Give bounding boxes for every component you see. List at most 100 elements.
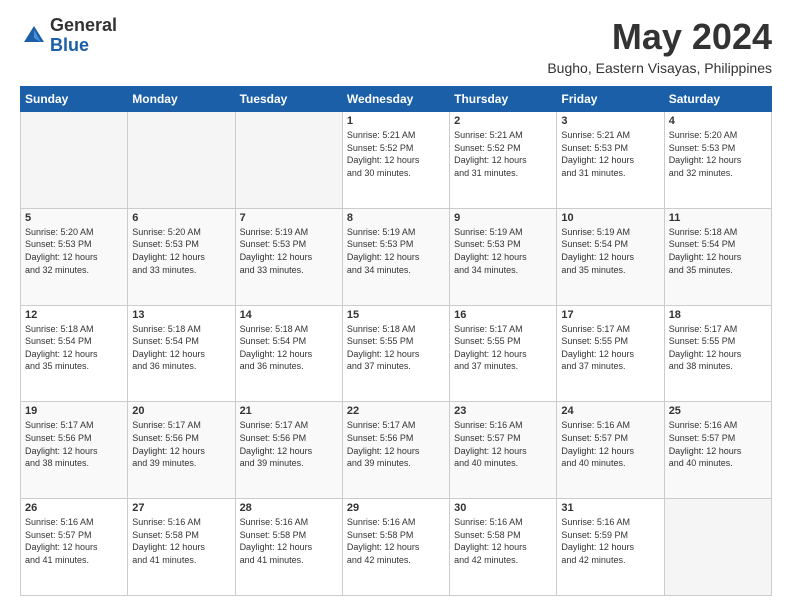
day-info: Sunrise: 5:18 AM Sunset: 5:54 PM Dayligh… xyxy=(132,323,230,373)
day-number: 3 xyxy=(561,115,659,127)
header-cell-sunday: Sunday xyxy=(21,87,128,112)
day-number: 15 xyxy=(347,309,445,321)
header-cell-monday: Monday xyxy=(128,87,235,112)
day-number: 7 xyxy=(240,212,338,224)
day-cell: 31 Sunrise: 5:16 AM Sunset: 5:59 PM Dayli… xyxy=(557,499,664,596)
day-info: Sunrise: 5:19 AM Sunset: 5:53 PM Dayligh… xyxy=(240,226,338,276)
day-info: Sunrise: 5:16 AM Sunset: 5:57 PM Dayligh… xyxy=(25,516,123,566)
day-cell xyxy=(235,112,342,209)
calendar-title: May 2024 xyxy=(547,16,772,58)
day-info: Sunrise: 5:17 AM Sunset: 5:56 PM Dayligh… xyxy=(240,419,338,469)
day-info: Sunrise: 5:18 AM Sunset: 5:54 PM Dayligh… xyxy=(240,323,338,373)
day-cell: 11 Sunrise: 5:18 AM Sunset: 5:54 PM Dayli… xyxy=(664,208,771,305)
day-cell: 16Sunrise: 5:17 AM Sunset: 5:55 PM Dayli… xyxy=(450,305,557,402)
logo-general: General xyxy=(50,16,117,36)
day-cell: 15 Sunrise: 5:18 AM Sunset: 5:55 PM Dayli… xyxy=(342,305,449,402)
day-cell: 17 Sunrise: 5:17 AM Sunset: 5:55 PM Dayli… xyxy=(557,305,664,402)
calendar-subtitle: Bugho, Eastern Visayas, Philippines xyxy=(547,60,772,76)
day-number: 26 xyxy=(25,502,123,514)
day-info: Sunrise: 5:19 AM Sunset: 5:54 PM Dayligh… xyxy=(561,226,659,276)
day-info: Sunrise: 5:21 AM Sunset: 5:52 PM Dayligh… xyxy=(347,129,445,179)
day-number: 12 xyxy=(25,309,123,321)
day-info: Sunrise: 5:17 AM Sunset: 5:56 PM Dayligh… xyxy=(347,419,445,469)
day-cell: 1 Sunrise: 5:21 AM Sunset: 5:52 PM Daylig… xyxy=(342,112,449,209)
day-info: Sunrise: 5:18 AM Sunset: 5:55 PM Dayligh… xyxy=(347,323,445,373)
page: General Blue May 2024 Bugho, Eastern Vis… xyxy=(0,0,792,612)
day-cell: 8Sunrise: 5:19 AM Sunset: 5:53 PM Daylig… xyxy=(342,208,449,305)
day-info: Sunrise: 5:16 AM Sunset: 5:57 PM Dayligh… xyxy=(669,419,767,469)
logo-blue: Blue xyxy=(50,36,117,56)
day-info: Sunrise: 5:17 AM Sunset: 5:55 PM Dayligh… xyxy=(669,323,767,373)
logo: General Blue xyxy=(20,16,117,56)
day-cell: 30 Sunrise: 5:16 AM Sunset: 5:58 PM Dayli… xyxy=(450,499,557,596)
day-number: 19 xyxy=(25,405,123,417)
day-cell: 28 Sunrise: 5:16 AM Sunset: 5:58 PM Dayli… xyxy=(235,499,342,596)
day-cell: 7 Sunrise: 5:19 AM Sunset: 5:53 PM Daylig… xyxy=(235,208,342,305)
day-cell: 26 Sunrise: 5:16 AM Sunset: 5:57 PM Dayli… xyxy=(21,499,128,596)
day-number: 17 xyxy=(561,309,659,321)
day-number: 21 xyxy=(240,405,338,417)
day-cell: 21 Sunrise: 5:17 AM Sunset: 5:56 PM Dayli… xyxy=(235,402,342,499)
day-cell: 4Sunrise: 5:20 AM Sunset: 5:53 PM Daylig… xyxy=(664,112,771,209)
day-info: Sunrise: 5:20 AM Sunset: 5:53 PM Dayligh… xyxy=(132,226,230,276)
day-cell: 2 Sunrise: 5:21 AM Sunset: 5:52 PM Daylig… xyxy=(450,112,557,209)
day-number: 2 xyxy=(454,115,552,127)
day-info: Sunrise: 5:17 AM Sunset: 5:55 PM Dayligh… xyxy=(454,323,552,373)
week-row-5: 26 Sunrise: 5:16 AM Sunset: 5:57 PM Dayli… xyxy=(21,499,772,596)
day-number: 31 xyxy=(561,502,659,514)
day-cell: 25Sunrise: 5:16 AM Sunset: 5:57 PM Dayli… xyxy=(664,402,771,499)
day-info: Sunrise: 5:18 AM Sunset: 5:54 PM Dayligh… xyxy=(25,323,123,373)
day-info: Sunrise: 5:16 AM Sunset: 5:58 PM Dayligh… xyxy=(240,516,338,566)
day-info: Sunrise: 5:19 AM Sunset: 5:53 PM Dayligh… xyxy=(454,226,552,276)
day-info: Sunrise: 5:17 AM Sunset: 5:55 PM Dayligh… xyxy=(561,323,659,373)
week-row-2: 5Sunrise: 5:20 AM Sunset: 5:53 PM Daylig… xyxy=(21,208,772,305)
day-number: 27 xyxy=(132,502,230,514)
day-cell xyxy=(21,112,128,209)
week-row-1: 1 Sunrise: 5:21 AM Sunset: 5:52 PM Daylig… xyxy=(21,112,772,209)
day-cell xyxy=(128,112,235,209)
day-cell: 14Sunrise: 5:18 AM Sunset: 5:54 PM Dayli… xyxy=(235,305,342,402)
day-number: 28 xyxy=(240,502,338,514)
header-row: SundayMondayTuesdayWednesdayThursdayFrid… xyxy=(21,87,772,112)
day-cell: 5Sunrise: 5:20 AM Sunset: 5:53 PM Daylig… xyxy=(21,208,128,305)
day-info: Sunrise: 5:18 AM Sunset: 5:54 PM Dayligh… xyxy=(669,226,767,276)
header-cell-saturday: Saturday xyxy=(664,87,771,112)
header-cell-wednesday: Wednesday xyxy=(342,87,449,112)
day-number: 10 xyxy=(561,212,659,224)
day-info: Sunrise: 5:16 AM Sunset: 5:59 PM Dayligh… xyxy=(561,516,659,566)
day-info: Sunrise: 5:16 AM Sunset: 5:58 PM Dayligh… xyxy=(454,516,552,566)
day-cell: 9 Sunrise: 5:19 AM Sunset: 5:53 PM Daylig… xyxy=(450,208,557,305)
header-cell-tuesday: Tuesday xyxy=(235,87,342,112)
day-info: Sunrise: 5:17 AM Sunset: 5:56 PM Dayligh… xyxy=(25,419,123,469)
day-info: Sunrise: 5:16 AM Sunset: 5:58 PM Dayligh… xyxy=(347,516,445,566)
day-info: Sunrise: 5:17 AM Sunset: 5:56 PM Dayligh… xyxy=(132,419,230,469)
day-cell: 10 Sunrise: 5:19 AM Sunset: 5:54 PM Dayli… xyxy=(557,208,664,305)
week-row-3: 12 Sunrise: 5:18 AM Sunset: 5:54 PM Dayli… xyxy=(21,305,772,402)
day-number: 9 xyxy=(454,212,552,224)
day-number: 13 xyxy=(132,309,230,321)
day-number: 24 xyxy=(561,405,659,417)
day-number: 1 xyxy=(347,115,445,127)
header-cell-friday: Friday xyxy=(557,87,664,112)
day-info: Sunrise: 5:19 AM Sunset: 5:53 PM Dayligh… xyxy=(347,226,445,276)
calendar-table: SundayMondayTuesdayWednesdayThursdayFrid… xyxy=(20,86,772,596)
day-cell xyxy=(664,499,771,596)
day-cell: 27Sunrise: 5:16 AM Sunset: 5:58 PM Dayli… xyxy=(128,499,235,596)
day-number: 23 xyxy=(454,405,552,417)
week-row-4: 19 Sunrise: 5:17 AM Sunset: 5:56 PM Dayli… xyxy=(21,402,772,499)
day-cell: 3 Sunrise: 5:21 AM Sunset: 5:53 PM Daylig… xyxy=(557,112,664,209)
day-cell: 29Sunrise: 5:16 AM Sunset: 5:58 PM Dayli… xyxy=(342,499,449,596)
day-cell: 13 Sunrise: 5:18 AM Sunset: 5:54 PM Dayli… xyxy=(128,305,235,402)
day-number: 11 xyxy=(669,212,767,224)
day-cell: 23Sunrise: 5:16 AM Sunset: 5:57 PM Dayli… xyxy=(450,402,557,499)
day-cell: 20 Sunrise: 5:17 AM Sunset: 5:56 PM Dayli… xyxy=(128,402,235,499)
day-cell: 22 Sunrise: 5:17 AM Sunset: 5:56 PM Dayli… xyxy=(342,402,449,499)
day-cell: 24Sunrise: 5:16 AM Sunset: 5:57 PM Dayli… xyxy=(557,402,664,499)
header: General Blue May 2024 Bugho, Eastern Vis… xyxy=(20,16,772,76)
day-cell: 19 Sunrise: 5:17 AM Sunset: 5:56 PM Dayli… xyxy=(21,402,128,499)
day-number: 22 xyxy=(347,405,445,417)
day-number: 20 xyxy=(132,405,230,417)
day-info: Sunrise: 5:21 AM Sunset: 5:52 PM Dayligh… xyxy=(454,129,552,179)
day-number: 30 xyxy=(454,502,552,514)
day-info: Sunrise: 5:21 AM Sunset: 5:53 PM Dayligh… xyxy=(561,129,659,179)
